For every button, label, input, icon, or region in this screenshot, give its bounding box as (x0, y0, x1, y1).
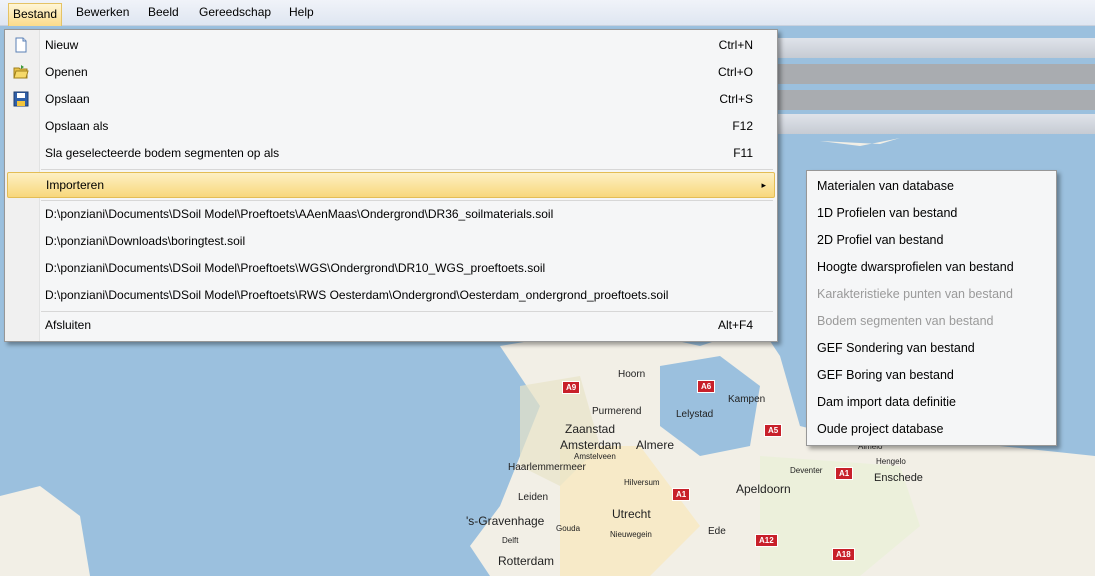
map-label: Almere (636, 438, 675, 452)
map-label: Leiden (518, 492, 549, 503)
submenu-item-characteristic-points: Karakteristieke punten van bestand (817, 287, 1013, 301)
map-label: Deventer (790, 466, 823, 475)
road-shield: A18 (832, 548, 855, 561)
map-label: Lelystad (676, 409, 714, 420)
map-label: Hengelo (876, 457, 906, 466)
recent-file-path: D:\ponziani\Documents\DSoil Model\Proeft… (45, 288, 669, 302)
import-submenu: Materialen van database 1D Profielen van… (806, 170, 1057, 446)
road-shield: A6 (697, 380, 716, 393)
menu-separator (41, 169, 773, 170)
menu-item-shortcut: Ctrl+O (717, 65, 753, 79)
map-label: Gouda (556, 524, 581, 533)
menu-bestand[interactable]: Bestand (8, 3, 63, 26)
road-shield: A5 (764, 424, 783, 437)
submenu-item-height-cross-sections[interactable]: Hoogte dwarsprofielen van bestand (817, 254, 1014, 281)
menu-item-label: Opslaan als (45, 119, 109, 133)
road-shield: A1 (835, 467, 854, 480)
menu-item-shortcut: F12 (732, 119, 753, 133)
recent-file-item[interactable]: D:\ponziani\Downloads\boringtest.soil (7, 228, 773, 254)
road-shield: A1 (672, 488, 691, 501)
map-label: Kampen (728, 394, 766, 405)
submenu-item-gef-cpt[interactable]: GEF Sondering van bestand (817, 335, 975, 362)
map-label: Purmerend (592, 406, 642, 417)
menu-item-save-as[interactable]: Opslaan als F12 (7, 113, 773, 139)
menu-item-open[interactable]: Openen Ctrl+O (7, 59, 773, 85)
recent-file-path: D:\ponziani\Documents\DSoil Model\Proeft… (45, 261, 546, 275)
recent-file-path: D:\ponziani\Downloads\boringtest.soil (45, 234, 246, 248)
menu-bewerken[interactable]: Bewerken (72, 4, 133, 21)
submenu-item-dam-import[interactable]: Dam import data definitie (817, 389, 956, 416)
map-label: 's-Gravenhage (466, 514, 545, 528)
save-disk-icon (13, 91, 29, 107)
submenu-item-1d-profiles[interactable]: 1D Profielen van bestand (817, 200, 957, 227)
menu-item-shortcut: Alt+F4 (717, 318, 753, 332)
menu-item-shortcut: F11 (733, 146, 753, 160)
menu-help[interactable]: Help (285, 4, 318, 21)
map-label: Ede (708, 526, 726, 537)
recent-file-item[interactable]: D:\ponziani\Documents\DSoil Model\Proeft… (7, 201, 773, 227)
submenu-item-materials-database[interactable]: Materialen van database (817, 173, 954, 200)
menu-item-label: Opslaan (45, 92, 90, 106)
map-label: Enschede (874, 472, 923, 484)
map-label: Zaanstad (565, 422, 616, 436)
map-label: Nieuwegein (610, 530, 652, 539)
menu-item-new[interactable]: Nieuw Ctrl+N (7, 32, 773, 58)
map-label: Apeldoorn (736, 482, 791, 496)
recent-file-item[interactable]: D:\ponziani\Documents\DSoil Model\Proeft… (7, 255, 773, 281)
map-label: Hoorn (618, 369, 646, 380)
map-label: Utrecht (612, 507, 651, 521)
menu-item-save-segments[interactable]: Sla geselecteerde bodem segmenten op als… (7, 140, 773, 166)
road-shield: A9 (562, 381, 581, 394)
map-label: Amstelveen (574, 452, 616, 461)
open-folder-icon (13, 65, 29, 79)
submenu-item-gef-boring[interactable]: GEF Boring van bestand (817, 362, 954, 389)
submenu-item-soil-segments: Bodem segmenten van bestand (817, 314, 994, 328)
map-label: Hilversum (624, 478, 660, 487)
menu-item-label: Sla geselecteerde bodem segmenten op als (45, 146, 280, 160)
menu-item-label: Openen (45, 65, 88, 79)
menu-beeld[interactable]: Beeld (144, 4, 183, 21)
menu-item-shortcut: Ctrl+N (718, 38, 753, 52)
file-menu-dropdown: Nieuw Ctrl+N Openen Ctrl+O Opslaan Ctrl+… (4, 29, 778, 342)
recent-file-item[interactable]: D:\ponziani\Documents\DSoil Model\Proeft… (7, 282, 773, 308)
menu-item-exit[interactable]: Afsluiten Alt+F4 (7, 312, 773, 338)
menu-item-label: Afsluiten (45, 318, 92, 332)
menu-item-label: Importeren (46, 178, 105, 192)
menu-item-import[interactable]: Importeren ▸ (7, 172, 775, 198)
menu-bar: Bestand Bewerken Beeld Gereedschap Help (0, 0, 1095, 26)
submenu-item-old-project-database[interactable]: Oude project database (817, 416, 943, 443)
menu-item-shortcut: Ctrl+S (719, 92, 753, 106)
menu-item-label: Nieuw (45, 38, 79, 52)
menu-gereedschap[interactable]: Gereedschap (195, 4, 275, 21)
map-label: Rotterdam (498, 554, 555, 568)
map-label: Amsterdam (560, 438, 622, 452)
map-label: Haarlemmermeer (508, 462, 586, 473)
map-label: Delft (502, 536, 519, 545)
new-document-icon (15, 37, 27, 53)
submenu-arrow-icon: ▸ (761, 180, 766, 190)
road-shield: A12 (755, 534, 778, 547)
submenu-item-2d-profile[interactable]: 2D Profiel van bestand (817, 227, 943, 254)
recent-file-path: D:\ponziani\Documents\DSoil Model\Proeft… (45, 207, 554, 221)
menu-item-save[interactable]: Opslaan Ctrl+S (7, 86, 773, 112)
